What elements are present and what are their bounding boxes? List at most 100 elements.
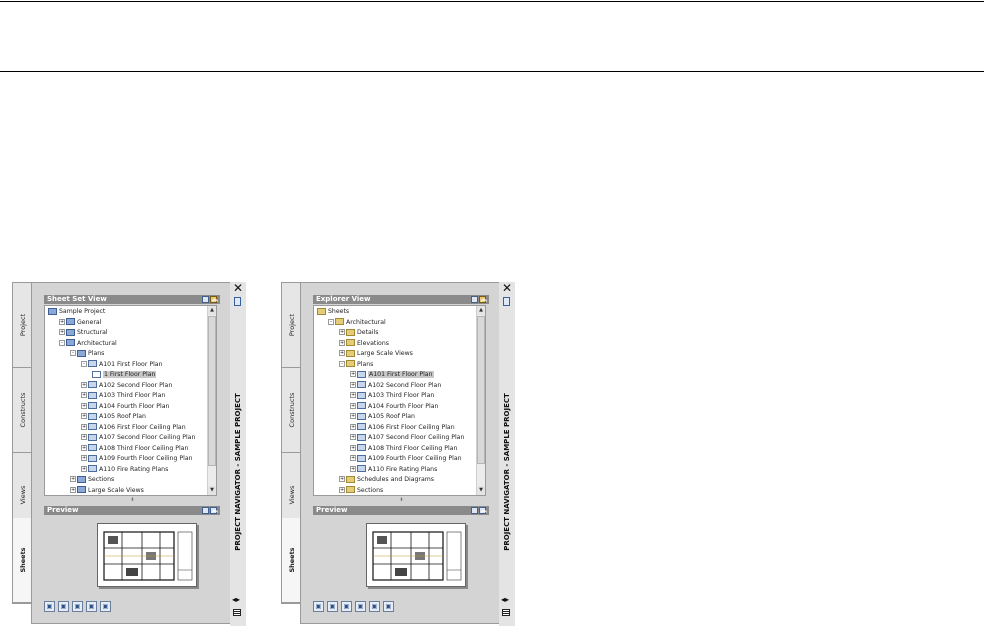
tree-node[interactable]: Sheets: [317, 307, 349, 318]
collapse-icon[interactable]: -: [339, 360, 345, 367]
expand-icon[interactable]: +: [81, 413, 87, 419]
sheet-set-tools-icon[interactable]: ▣: [72, 601, 83, 612]
expand-icon[interactable]: +: [339, 476, 345, 482]
collapse-chevron-icon[interactable]: ︽: [212, 295, 218, 304]
tree-node[interactable]: + A104 Fourth Floor Plan: [350, 402, 438, 413]
scroll-down-icon[interactable]: ▼: [477, 486, 485, 495]
tab-sheets[interactable]: Sheets: [282, 518, 301, 603]
tree-node[interactable]: + A102 Second Floor Plan: [81, 381, 172, 392]
tree-node[interactable]: + A110 Fire Rating Plans: [350, 465, 437, 476]
tree-node[interactable]: - Architectural: [328, 318, 386, 329]
tree-node[interactable]: + A104 Fourth Floor Plan: [81, 402, 169, 413]
tree-node[interactable]: - A101 First Floor Plan: [81, 360, 163, 371]
tab-project[interactable]: Project: [282, 283, 301, 368]
auto-hide-icon[interactable]: ◂▸: [232, 596, 240, 604]
expand-icon[interactable]: +: [350, 423, 356, 430]
tree-node[interactable]: + Schedules and Diagrams: [339, 475, 434, 486]
expand-icon[interactable]: +: [59, 318, 65, 325]
tree-node[interactable]: + Structural: [59, 328, 108, 339]
auto-hide-icon[interactable]: ◂▸: [501, 596, 509, 604]
tree-node[interactable]: + A101 First Floor Plan: [350, 370, 434, 381]
preview-mode-icon[interactable]: [202, 507, 209, 514]
properties-icon[interactable]: [503, 297, 510, 306]
expand-icon[interactable]: +: [350, 455, 356, 461]
scroll-down-icon[interactable]: ▼: [208, 486, 216, 495]
explorer-tree[interactable]: Sheets - Architectural + Details + Elevations +…: [313, 305, 486, 496]
expand-icon[interactable]: +: [81, 455, 87, 461]
collapse-icon[interactable]: -: [328, 318, 334, 325]
tree-node[interactable]: + A105 Roof Plan: [81, 412, 146, 423]
expand-icon[interactable]: +: [350, 465, 356, 472]
scroll-thumb[interactable]: [208, 316, 216, 466]
collapse-chevron-icon[interactable]: ︽: [212, 506, 218, 515]
tree-node[interactable]: + Elevations: [339, 339, 389, 350]
expand-icon[interactable]: +: [81, 434, 87, 440]
tab-project[interactable]: Project: [13, 283, 32, 368]
collapse-icon[interactable]: -: [81, 360, 87, 367]
expand-icon[interactable]: +: [81, 392, 87, 398]
expand-icon[interactable]: +: [70, 476, 76, 482]
expand-icon[interactable]: +: [339, 350, 345, 356]
tree-node[interactable]: + A106 First Floor Ceiling Plan: [350, 423, 455, 434]
tree-node[interactable]: + Large Scale Views: [339, 349, 413, 360]
tree-node[interactable]: 1 First Floor Plan: [92, 370, 157, 381]
scroll-up-icon[interactable]: ▲: [208, 306, 216, 315]
sheet-set-tree[interactable]: Sample Project + General + Structural - Archit…: [44, 305, 217, 496]
expand-icon[interactable]: +: [350, 444, 356, 451]
add-view-icon[interactable]: ▣: [313, 601, 324, 612]
tree-node[interactable]: + A102 Second Floor Plan: [350, 381, 441, 392]
view-toggle-icon[interactable]: [471, 296, 478, 303]
tree-node[interactable]: + Sections: [339, 486, 383, 496]
splitter-grip-icon[interactable]: ⬍: [128, 498, 137, 503]
sheet-list-icon[interactable]: ▣: [355, 601, 366, 612]
tree-node[interactable]: - Architectural: [59, 339, 117, 350]
palette-menu-icon[interactable]: [502, 609, 510, 616]
expand-icon[interactable]: +: [350, 413, 356, 419]
expand-icon[interactable]: +: [350, 371, 356, 377]
sheet-list-icon[interactable]: ▣: [86, 601, 97, 612]
expand-icon[interactable]: +: [81, 402, 87, 409]
tree-node[interactable]: Sample Project: [48, 307, 105, 318]
tree-node[interactable]: + A105 Roof Plan: [350, 412, 415, 423]
expand-icon[interactable]: +: [350, 402, 356, 409]
sheet-set-tools-icon[interactable]: ▣: [341, 601, 352, 612]
new-subset-icon[interactable]: ▣: [58, 601, 69, 612]
publish-icon[interactable]: ▣: [369, 601, 380, 612]
expand-icon[interactable]: +: [70, 486, 76, 493]
publish-icon[interactable]: ▣: [100, 601, 111, 612]
properties-icon[interactable]: [234, 297, 241, 306]
tree-node[interactable]: + Details: [339, 328, 378, 339]
tree-node[interactable]: + General: [59, 318, 101, 329]
tree-node[interactable]: + A108 Third Floor Ceiling Plan: [81, 444, 188, 455]
expand-icon[interactable]: +: [81, 444, 87, 451]
expand-icon[interactable]: +: [339, 486, 345, 493]
tree-node[interactable]: + Sections: [70, 475, 114, 486]
close-icon[interactable]: ✕: [233, 282, 243, 294]
tree-node[interactable]: + A107 Second Floor Ceiling Plan: [81, 433, 195, 444]
tab-constructs[interactable]: Constructs: [13, 368, 32, 453]
expand-icon[interactable]: +: [350, 381, 356, 388]
tree-node[interactable]: + A106 First Floor Ceiling Plan: [81, 423, 186, 434]
tree-node[interactable]: + A103 Third Floor Plan: [81, 391, 165, 402]
preview-mode-icon[interactable]: [471, 507, 478, 514]
expand-icon[interactable]: +: [339, 329, 345, 335]
tree-scrollbar[interactable]: ▲ ▼: [476, 306, 485, 495]
tree-node[interactable]: + A109 Fourth Floor Ceiling Plan: [350, 454, 462, 465]
expand-icon[interactable]: +: [81, 381, 87, 388]
collapse-icon[interactable]: -: [70, 350, 76, 356]
tab-constructs[interactable]: Constructs: [282, 368, 301, 453]
expand-icon[interactable]: +: [350, 434, 356, 440]
expand-icon[interactable]: +: [81, 423, 87, 430]
tree-node[interactable]: + A110 Fire Rating Plans: [81, 465, 168, 476]
tree-node[interactable]: + A107 Second Floor Ceiling Plan: [350, 433, 464, 444]
collapse-chevron-icon[interactable]: ︽: [481, 295, 487, 304]
expand-icon[interactable]: +: [350, 392, 356, 398]
expand-icon[interactable]: +: [59, 329, 65, 335]
regenerate-icon[interactable]: ▣: [327, 601, 338, 612]
tree-node[interactable]: + A108 Third Floor Ceiling Plan: [350, 444, 457, 455]
expand-icon[interactable]: +: [339, 339, 345, 346]
scroll-thumb[interactable]: [477, 316, 485, 464]
tree-node[interactable]: + A109 Fourth Floor Ceiling Plan: [81, 454, 193, 465]
close-icon[interactable]: ✕: [502, 282, 512, 294]
tab-sheets[interactable]: Sheets: [13, 518, 32, 603]
